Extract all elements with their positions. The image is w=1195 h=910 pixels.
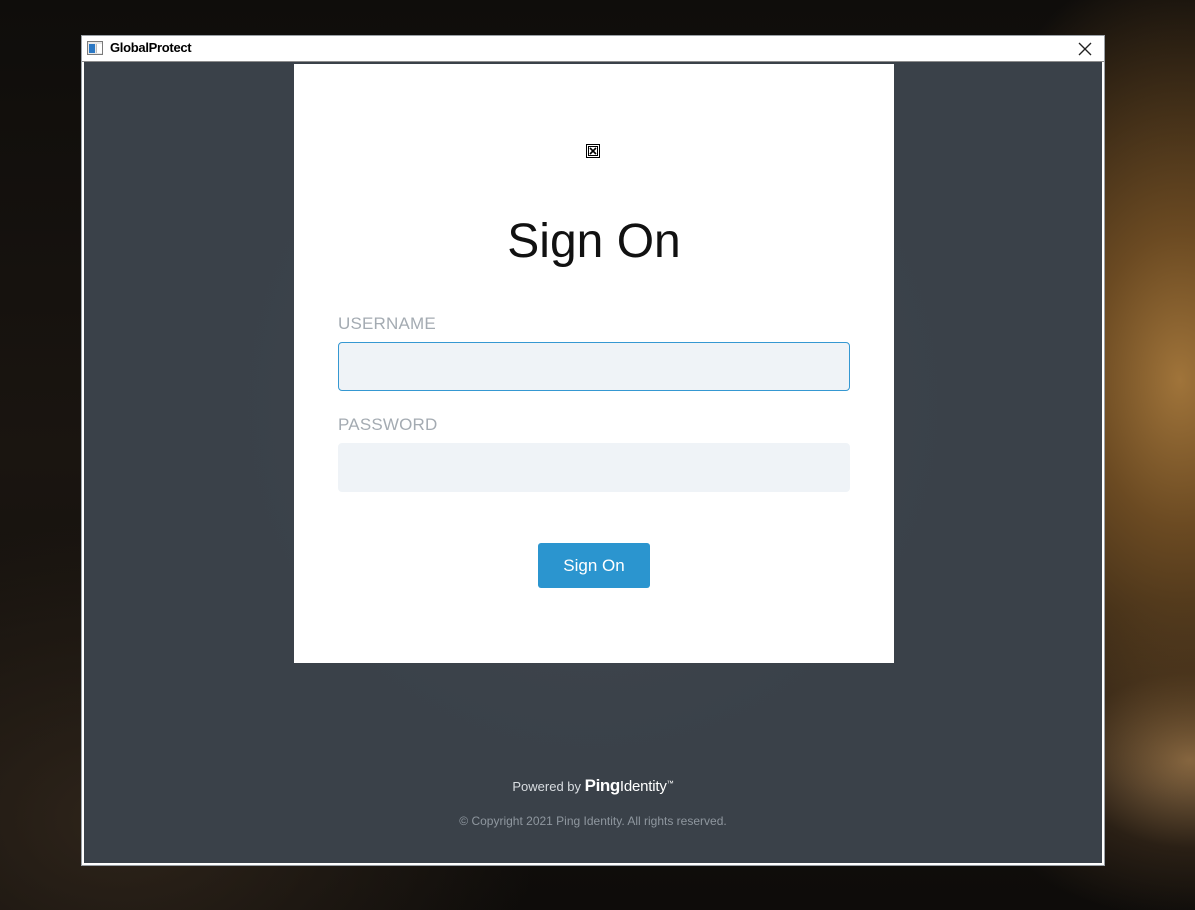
page-title: Sign On: [507, 215, 681, 268]
content-area: Sign On USERNAME PASSWORD Sign On Powere…: [84, 62, 1102, 863]
password-label: PASSWORD: [338, 415, 438, 434]
close-icon: [1078, 42, 1092, 56]
title-bar[interactable]: GlobalProtect: [82, 36, 1104, 62]
copyright-text: © Copyright 2021 Ping Identity. All righ…: [459, 814, 727, 828]
window-title: GlobalProtect: [110, 40, 192, 55]
globalprotect-app-icon: [87, 41, 103, 55]
powered-by-text: Powered by: [512, 779, 582, 794]
broken-image-icon: [586, 144, 600, 158]
close-button[interactable]: [1074, 38, 1096, 60]
sign-on-button[interactable]: Sign On: [538, 543, 650, 588]
powered-by: Powered by PingIdentity™: [84, 776, 1102, 796]
password-input[interactable]: [338, 443, 850, 492]
globalprotect-window: GlobalProtect Sign On USERNAME PASSWORD: [82, 36, 1104, 865]
ping-identity-logo-identity: Identity: [619, 778, 667, 795]
ping-identity-logo: Ping: [584, 776, 621, 795]
username-label: USERNAME: [338, 314, 436, 333]
sign-on-card: Sign On USERNAME PASSWORD Sign On: [294, 64, 894, 663]
username-input[interactable]: [338, 342, 850, 391]
trademark-symbol: ™: [666, 780, 674, 788]
